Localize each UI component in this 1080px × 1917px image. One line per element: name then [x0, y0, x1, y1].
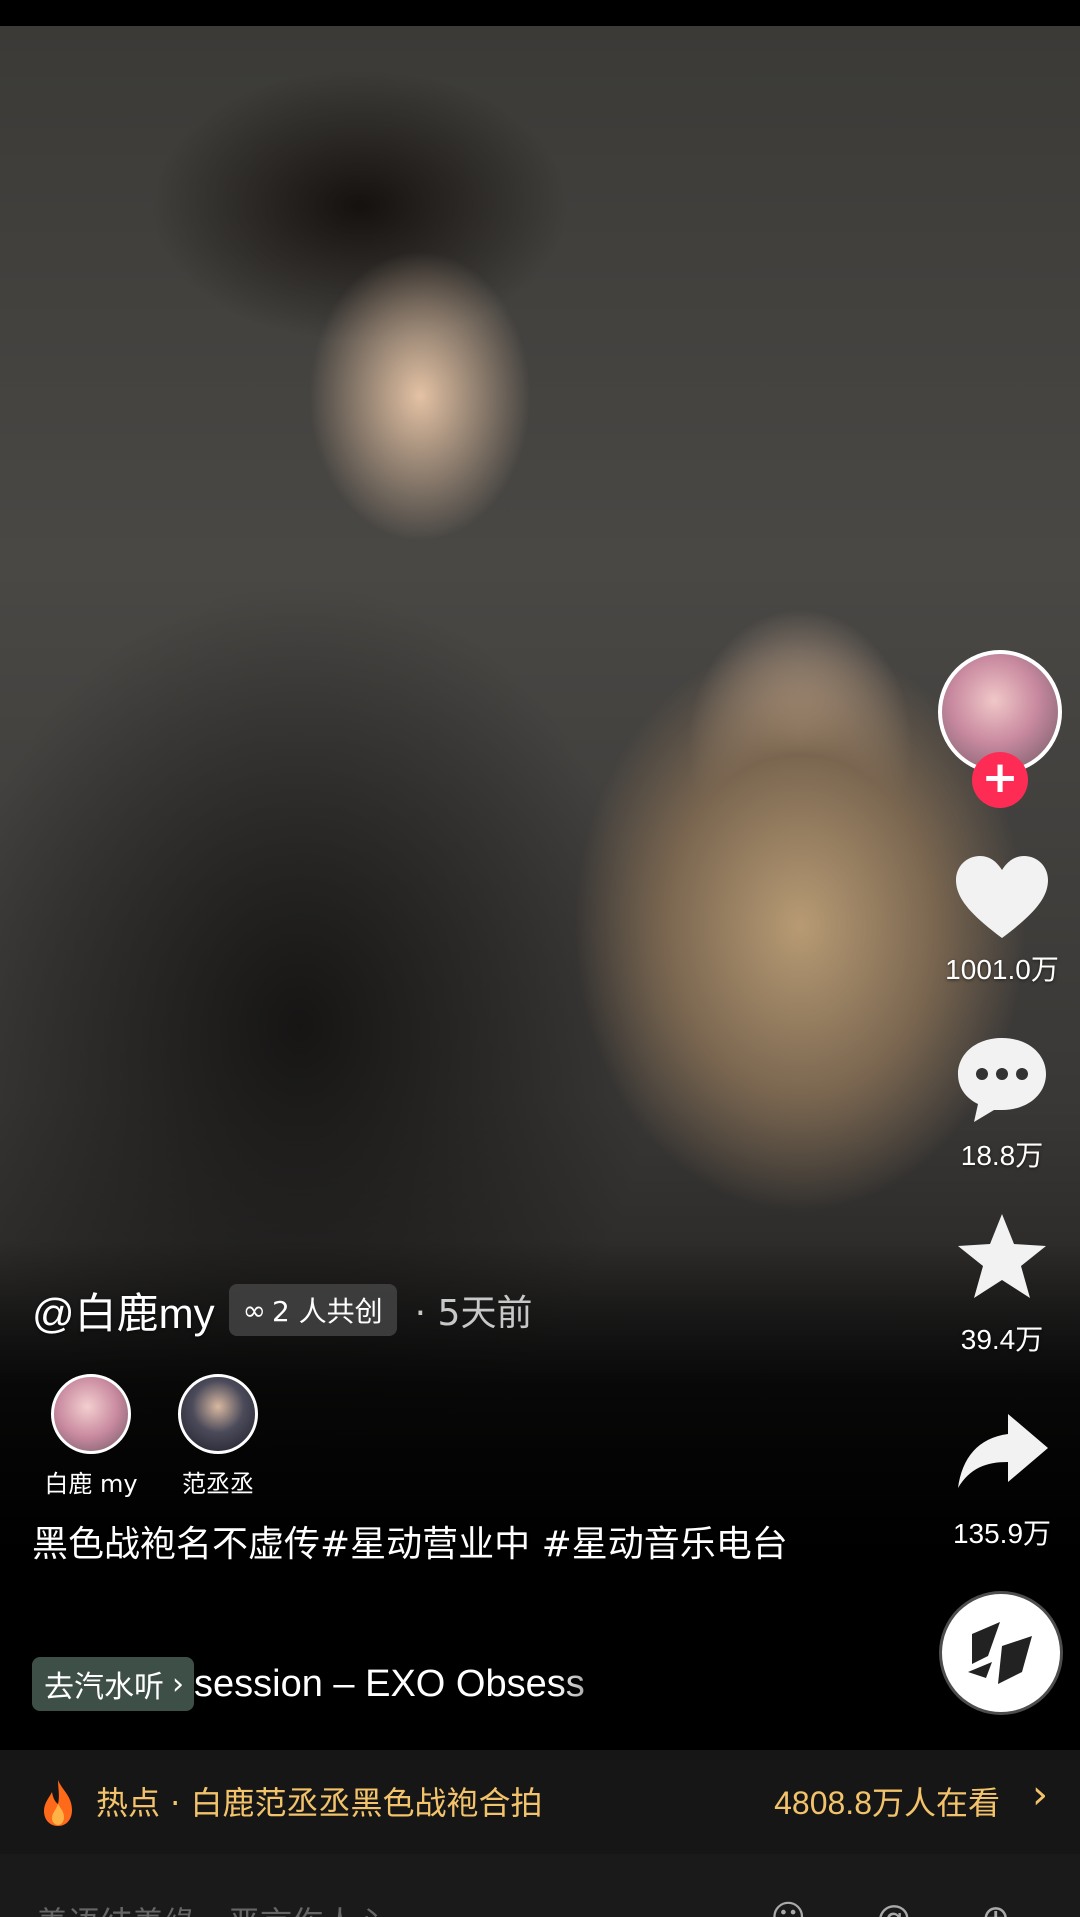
music-button-label: 去汽水听	[44, 1670, 164, 1705]
listen-on-qishui-button[interactable]: 去汽水听 ›	[32, 1657, 194, 1711]
collaborator-1[interactable]: 白鹿 my	[36, 1374, 146, 1499]
share-count: 135.9万	[952, 1518, 1052, 1549]
post-time: · 5天前	[414, 1293, 533, 1334]
comment-bubble-icon[interactable]	[950, 1030, 1054, 1126]
collaborator-2[interactable]: 范丞丞	[163, 1374, 273, 1499]
like-heart-icon[interactable]	[950, 850, 1054, 946]
co-create-icon: ∞	[242, 1293, 266, 1327]
favorite-count: 39.4万	[960, 1324, 1044, 1355]
follow-button[interactable]: +	[972, 752, 1028, 808]
comment-input-placeholder[interactable]: 善语结善缘，恶言伤人心	[36, 1898, 388, 1917]
collaborator-avatar	[51, 1374, 131, 1454]
author-handle[interactable]: @白鹿my	[32, 1280, 215, 1341]
video-caption[interactable]: 黑色战袍名不虚传#星动营业中 #星动音乐电台	[32, 1518, 832, 1572]
share-arrow-icon[interactable]	[950, 1404, 1054, 1500]
like-count: 1001.0万	[945, 954, 1059, 985]
cocreate-label: 2 人共创	[271, 1295, 383, 1328]
comment-input-icons[interactable]: ☺ @ ⊕	[770, 1898, 1040, 1917]
music-disc-icon[interactable]	[942, 1594, 1060, 1712]
hot-topic-label[interactable]: 热点 · 白鹿范丞丞黑色战袍合拍	[96, 1778, 543, 1824]
chevron-right-icon: ›	[172, 1666, 184, 1702]
collaborator-name: 白鹿 my	[44, 1470, 138, 1498]
chevron-right-icon[interactable]: ›	[1032, 1772, 1048, 1818]
cocreate-badge[interactable]: ∞ 2 人共创	[228, 1284, 397, 1336]
author-row: @白鹿my ∞ 2 人共创 · 5天前	[32, 1282, 532, 1338]
comment-count: 18.8万	[960, 1140, 1044, 1171]
fire-icon	[44, 1780, 72, 1826]
music-row: 去汽水听 › session – EXO Obsess	[32, 1656, 644, 1712]
music-title-marquee[interactable]: session – EXO Obsess	[194, 1663, 644, 1706]
status-bar	[0, 0, 1080, 26]
comment-input-bar[interactable]: 善语结善缘，恶言伤人心 ☺ @ ⊕	[0, 1854, 1080, 1917]
collaborator-name: 范丞丞	[182, 1470, 254, 1498]
collaborator-avatar	[178, 1374, 258, 1454]
favorite-star-icon[interactable]	[950, 1210, 1054, 1306]
hot-topic-viewers: 4808.8万人在看	[774, 1785, 1000, 1821]
